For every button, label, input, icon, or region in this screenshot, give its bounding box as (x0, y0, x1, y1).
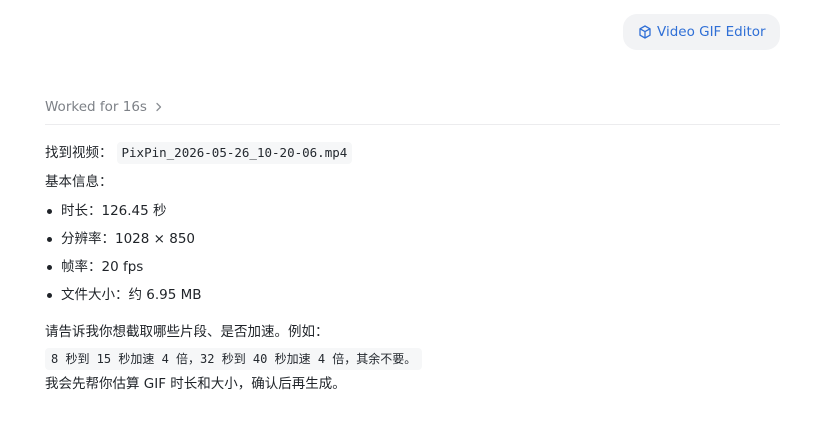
list-item: 分辨率：1028 × 850 (45, 225, 780, 253)
list-item: 时长：126.45 秒 (45, 197, 780, 225)
found-video-line: 找到视频： PixPin_2026-05-26_10-20-06.mp4 (45, 142, 780, 164)
worked-duration-label: Worked for 16s (45, 99, 147, 115)
example-code: 8 秒到 15 秒加速 4 倍，32 秒到 40 秒加速 4 倍，其余不要。 (45, 348, 423, 370)
ask-line: 请告诉我你想截取哪些片段、是否加速。例如： (45, 324, 329, 340)
bullet-dot (47, 236, 52, 242)
info-framerate: 帧率：20 fps (61, 259, 144, 275)
list-item: 帧率：20 fps (45, 253, 780, 281)
example-block: 8 秒到 15 秒加速 4 倍，32 秒到 40 秒加速 4 倍，其余不要。 (45, 348, 780, 370)
chip-label: Video GIF Editor (657, 24, 766, 40)
info-filesize: 文件大小：约 6.95 MB (61, 287, 202, 303)
info-resolution: 分辨率：1028 × 850 (61, 231, 196, 247)
info-duration: 时长：126.45 秒 (61, 203, 167, 219)
video-gif-editor-chip[interactable]: Video GIF Editor (623, 14, 780, 50)
divider (45, 124, 780, 125)
bullet-dot (47, 264, 52, 270)
video-filename: PixPin_2026-05-26_10-20-06.mp4 (116, 142, 353, 164)
list-item: 文件大小：约 6.95 MB (45, 281, 780, 309)
bullet-dot (47, 292, 52, 298)
bullet-dot (47, 208, 52, 214)
closing-line: 我会先帮你估算 GIF 时长和大小，确认后再生成。 (45, 376, 346, 392)
found-video-prefix: 找到视频： (45, 145, 113, 161)
info-list: 时长：126.45 秒 分辨率：1028 × 850 帧率：20 fps 文件大… (45, 197, 780, 309)
chevron-right-icon (155, 102, 163, 112)
cube-icon (639, 25, 651, 39)
worked-duration-toggle[interactable]: Worked for 16s (45, 99, 163, 115)
assistant-message: 找到视频： PixPin_2026-05-26_10-20-06.mp4 基本信… (45, 142, 780, 394)
info-heading: 基本信息： (45, 174, 113, 190)
